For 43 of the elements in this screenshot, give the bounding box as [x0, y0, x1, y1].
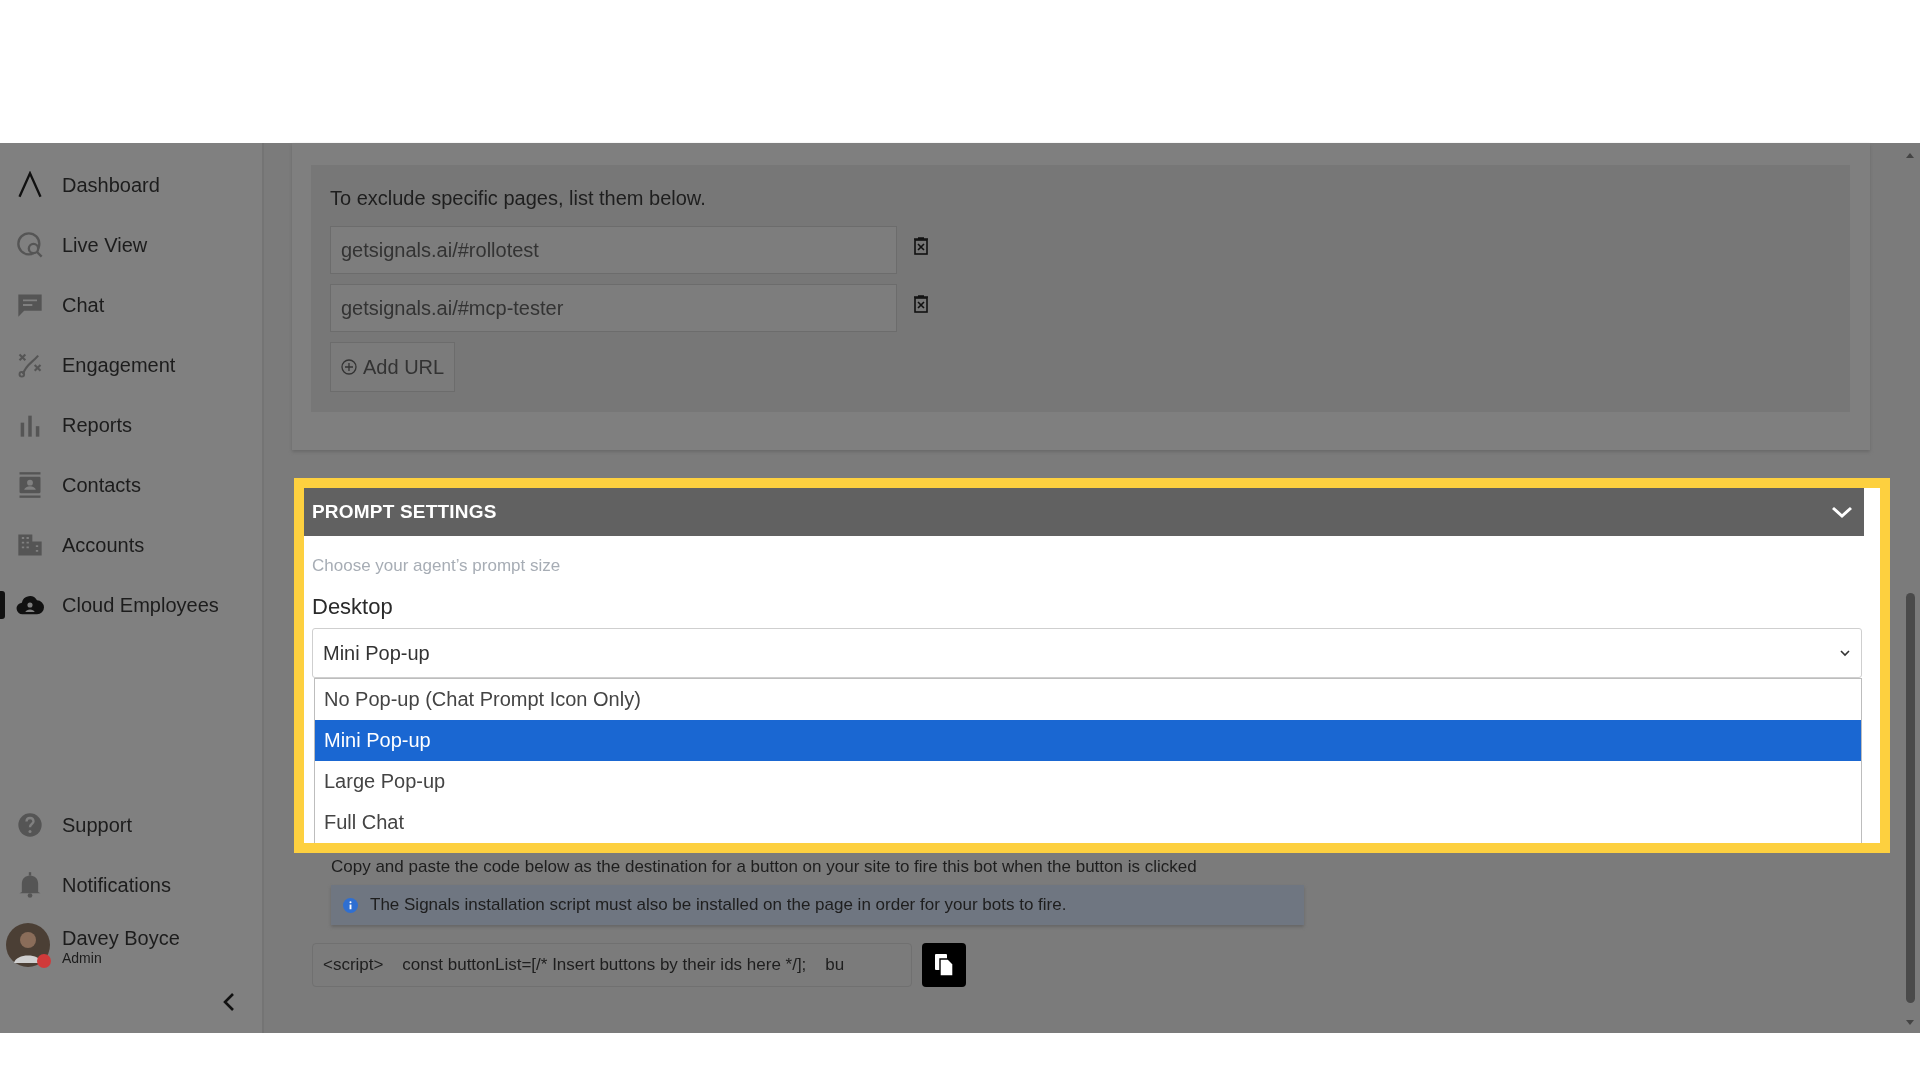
scrollbar-thumb[interactable]	[1906, 593, 1915, 1003]
copy-button[interactable]	[922, 943, 966, 987]
instruction-text: To exclude specific pages, list them below.	[330, 187, 707, 210]
sidebar-item[interactable]: Contacts	[0, 455, 262, 515]
scroll-up-icon[interactable]	[1905, 151, 1915, 159]
plus-icon	[341, 359, 357, 375]
field-label: Desktop	[312, 594, 394, 620]
scroll-down-icon[interactable]	[1905, 1019, 1915, 1027]
info-icon	[343, 897, 358, 913]
dropdown-option[interactable]: Full Chat	[315, 802, 1861, 843]
add-url-button[interactable]: Add URL	[330, 342, 456, 392]
sidebar-item[interactable]: Support	[0, 795, 262, 855]
sidebar-item[interactable]: Engagement	[0, 335, 262, 395]
help-icon	[16, 811, 44, 839]
copy-icon	[934, 953, 954, 977]
dropdown-option[interactable]: Mini Pop-up	[315, 720, 1861, 761]
logo-icon	[16, 171, 44, 199]
section-title: PROMPT SETTINGS	[312, 501, 497, 523]
chevron-icon[interactable]	[1830, 504, 1854, 520]
sidebar-item[interactable]: Dashboard	[0, 155, 262, 215]
delete-icon[interactable]	[913, 237, 929, 255]
sidebar-item[interactable]: Reports	[0, 395, 262, 455]
user-role: Admin	[62, 949, 103, 966]
dropdown-option[interactable]: Large Pop-up	[315, 761, 1861, 802]
sidebar-item[interactable]: Live View	[0, 215, 262, 275]
instruction-text: Copy and paste the code below as the destination for a button on your site to fire this bot when the button is clicked	[331, 857, 1198, 877]
size-dropdown[interactable]: Mini Pop-up	[312, 628, 1862, 678]
hint-text: Choose your agent’s prompt size	[312, 556, 562, 576]
sidebar-item[interactable]: Chat	[0, 275, 262, 335]
section-header[interactable]: PROMPT SETTINGS	[304, 488, 1864, 536]
sidebar-item[interactable]: Cloud Employees	[0, 575, 262, 635]
caret-icon	[1839, 649, 1851, 657]
user-name: Davey Boyce	[62, 926, 180, 950]
notice-text: The Signals installation script must also be installed on the page in order for your bots to fire.	[370, 895, 1067, 915]
avatar[interactable]	[6, 923, 52, 969]
url-field[interactable]: getsignals.ai/#mcp-tester	[330, 284, 897, 332]
globe-icon	[16, 231, 44, 259]
dropdown-option[interactable]: No Pop-up (Chat Prompt Icon Only)	[315, 679, 1861, 720]
sidebar-item[interactable]: Accounts	[0, 515, 262, 575]
delete-icon[interactable]	[913, 295, 929, 313]
sidebar-item[interactable]: Notifications	[0, 855, 262, 915]
url-field[interactable]: getsignals.ai/#rollotest	[330, 226, 897, 274]
code-field[interactable]: <script> const buttonList=[/* Insert buttons by their ids here */]; bu	[312, 943, 912, 987]
